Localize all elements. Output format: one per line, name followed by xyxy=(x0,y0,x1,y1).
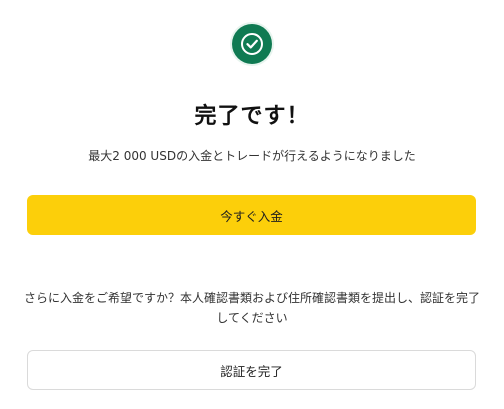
success-check-icon xyxy=(232,24,272,64)
deposit-now-button[interactable]: 今すぐ入金 xyxy=(27,195,476,235)
complete-verification-button-label: 認証を完了 xyxy=(220,363,283,379)
page-title: 完了です！ xyxy=(194,104,310,129)
verification-notice: さらに入金をご希望ですか？本人確認書類および住所確認書類を提出し、認証を完了して… xyxy=(23,291,480,325)
complete-verification-button[interactable]: 認証を完了 xyxy=(27,350,476,390)
page-subtitle: 最大2 000 USDの入金とトレードが行えるようになりました xyxy=(88,149,416,163)
check-icon xyxy=(241,33,263,55)
verification-complete-page: 完了です！ 最大2 000 USDの入金とトレードが行えるようになりました 今す… xyxy=(0,0,504,409)
deposit-now-button-label: 今すぐ入金 xyxy=(220,208,283,224)
